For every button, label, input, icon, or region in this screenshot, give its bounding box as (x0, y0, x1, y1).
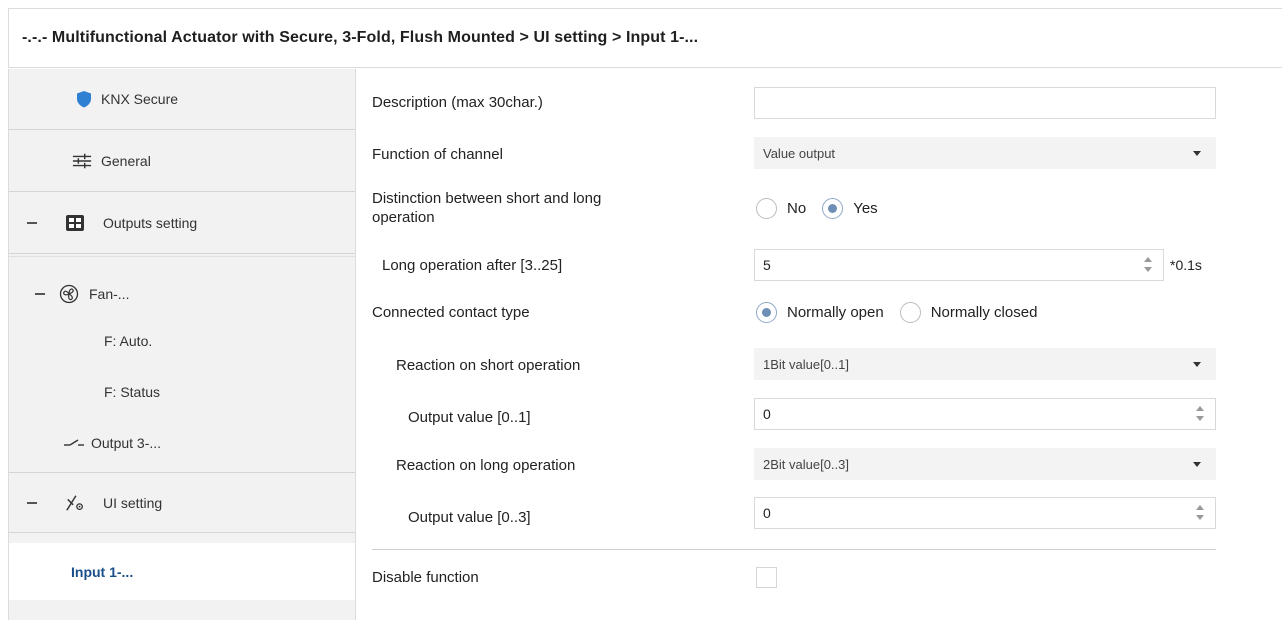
output-value-short-value: 0 (763, 406, 771, 422)
normally-closed-radio[interactable] (899, 302, 921, 323)
distinction-label-line2: operation (372, 209, 435, 226)
description-label: Description (max 30char.) (372, 94, 543, 111)
long-operation-after-value: 5 (763, 257, 771, 273)
chevron-down-icon (1193, 462, 1201, 467)
sidebar-tree: KNX Secure General Outputs setting Fan-.… (8, 69, 356, 620)
normally-open-radio[interactable] (756, 302, 777, 323)
long-operation-unit: *0.1s (1170, 257, 1202, 273)
ui-icon (65, 493, 85, 513)
spinner-icon[interactable] (1143, 256, 1153, 274)
reaction-long-select[interactable]: 2Bit value[0..3] (754, 448, 1216, 480)
window-title: -.-.- Multifunctional Actuator with Secu… (22, 29, 699, 46)
reaction-long-value: 2Bit value[0..3] (763, 456, 849, 472)
sidebar-item-general[interactable]: General (9, 131, 355, 192)
sidebar-item-label: Output 3-... (91, 435, 162, 451)
sidebar-item-label: Input 1-... (71, 563, 134, 580)
sidebar-item-label: KNX Secure (101, 91, 179, 107)
contact-type-label: Connected contact type (372, 304, 530, 321)
function-of-channel-value: Value output (763, 145, 836, 161)
sidebar-item-label: Outputs setting (103, 215, 198, 231)
fan-icon (59, 284, 79, 304)
normally-closed-label[interactable]: Normally closed (931, 304, 1038, 321)
reaction-short-value: 1Bit value[0..1] (763, 356, 849, 372)
distinction-no-label[interactable]: No (787, 200, 806, 217)
disable-function-checkbox[interactable] (756, 567, 777, 588)
output-value-long-label: Output value [0..3] (408, 509, 531, 526)
sidebar-item-f-auto[interactable]: F: Auto. (9, 321, 355, 361)
distinction-radio-group: No Yes (756, 198, 892, 219)
output-value-short-label: Output value [0..1] (408, 409, 531, 426)
distinction-no-radio[interactable] (756, 198, 777, 219)
reaction-long-label: Reaction on long operation (396, 457, 576, 474)
sidebar-item-outputs-setting[interactable]: Outputs setting (9, 193, 355, 254)
normally-open-label[interactable]: Normally open (787, 304, 884, 321)
output-value-long-input[interactable]: 0 (754, 497, 1216, 529)
sliders-icon (72, 151, 92, 171)
sidebar-item-ui-setting[interactable]: UI setting (9, 472, 355, 533)
distinction-label: Distinction between short and long opera… (372, 189, 601, 227)
sidebar-item-label: General (101, 153, 151, 169)
reaction-short-label: Reaction on short operation (396, 357, 581, 374)
long-operation-after-label: Long operation after [3..25] (382, 257, 563, 274)
collapse-icon[interactable] (27, 501, 37, 504)
distinction-label-line1: Distinction between short and long (372, 190, 602, 207)
output-value-short-input[interactable]: 0 (754, 398, 1216, 430)
long-operation-after-input[interactable]: 5 (754, 249, 1164, 281)
collapse-icon[interactable] (27, 222, 37, 224)
spinner-icon[interactable] (1195, 504, 1205, 522)
sidebar-item-label: Fan-... (89, 286, 130, 302)
sidebar-item-label: F: Status (104, 384, 161, 400)
sidebar-item-fan[interactable]: Fan-... (9, 274, 355, 314)
parameter-panel: Description (max 30char.) Function of ch… (356, 69, 1282, 620)
disable-function-label: Disable function (372, 569, 479, 586)
function-of-channel-select[interactable]: Value output (754, 137, 1216, 169)
grid-icon (65, 213, 85, 233)
shield-icon (74, 89, 94, 109)
sidebar-item-input-1[interactable]: Input 1-... (9, 543, 355, 600)
sidebar-item-label: UI setting (103, 494, 163, 511)
contact-type-radio-group: Normally open Normally closed (756, 302, 1051, 323)
output-value-long-value: 0 (763, 505, 771, 521)
tree-divider (9, 256, 355, 257)
distinction-yes-radio[interactable] (822, 198, 844, 219)
section-divider (372, 549, 1216, 550)
chevron-down-icon (1193, 151, 1201, 156)
collapse-icon[interactable] (35, 293, 45, 295)
sidebar-item-knx-secure[interactable]: KNX Secure (9, 69, 355, 130)
function-of-channel-label: Function of channel (372, 146, 503, 163)
sidebar-item-label: F: Auto. (104, 333, 153, 349)
reaction-short-select[interactable]: 1Bit value[0..1] (754, 348, 1216, 380)
description-input[interactable] (754, 87, 1216, 119)
sidebar-item-f-status[interactable]: F: Status (9, 372, 355, 412)
sidebar-item-output-3[interactable]: Output 3-... (9, 423, 355, 463)
distinction-yes-label[interactable]: Yes (853, 200, 877, 217)
switch-icon (63, 433, 85, 453)
chevron-down-icon (1193, 362, 1201, 367)
window-title-bar: -.-.- Multifunctional Actuator with Secu… (8, 8, 1282, 68)
spinner-icon[interactable] (1195, 405, 1205, 423)
